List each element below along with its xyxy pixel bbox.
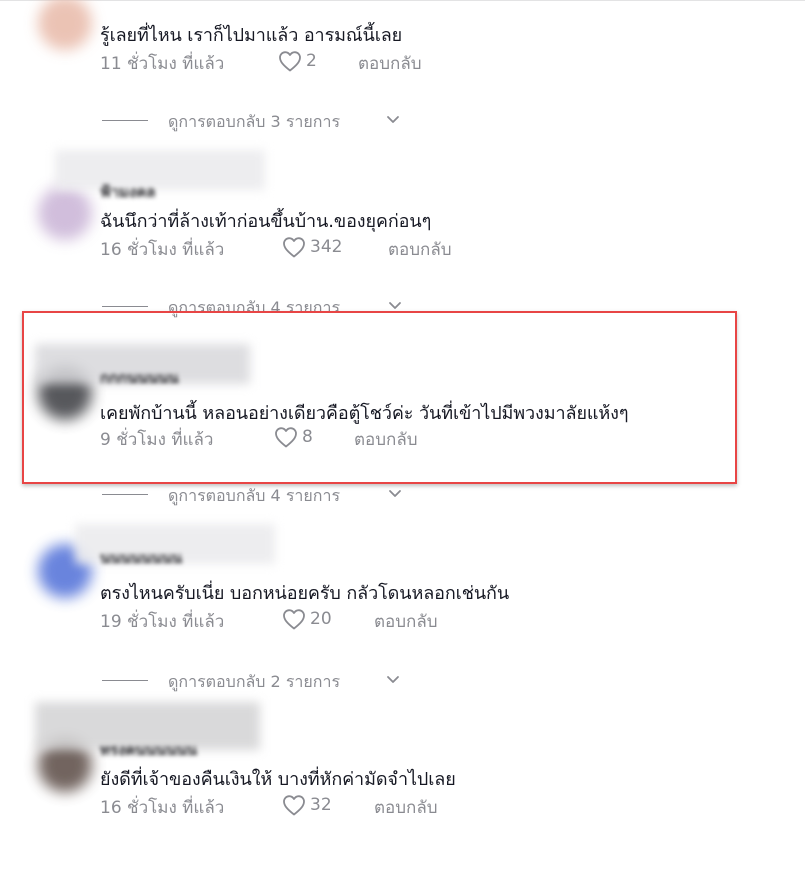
username-redaction	[55, 150, 265, 190]
comment-text: ยังดีที่เจ้าของคืนเงินให้ บางที่หักค่ามั…	[100, 769, 456, 790]
chevron-down-icon	[387, 116, 399, 123]
like-button[interactable]: 342	[282, 236, 342, 258]
replies-divider	[102, 494, 148, 495]
highlight-box	[22, 311, 737, 484]
avatar[interactable]	[38, 186, 92, 240]
like-button[interactable]: 20	[282, 608, 332, 630]
replies-divider	[102, 306, 148, 307]
view-replies-label: ดูการตอบกลับ 3 รายการ	[168, 112, 341, 131]
like-button[interactable]: 32	[282, 794, 332, 816]
comment-time: 19 ชั่วโมง ที่แล้ว	[100, 612, 225, 632]
like-count: 2	[306, 51, 317, 71]
chevron-down-icon	[387, 676, 399, 683]
comment-time: 11 ชั่วโมง ที่แล้ว	[100, 54, 225, 74]
replies-divider	[102, 120, 148, 121]
chevron-down-icon	[389, 490, 401, 497]
heart-icon	[283, 609, 305, 630]
reply-button[interactable]: ตอบกลับ	[374, 794, 438, 821]
reply-button[interactable]: ตอบกลับ	[358, 50, 422, 77]
comment-time: 16 ชั่วโมง ที่แล้ว	[100, 240, 225, 260]
comment-username[interactable]: นนนนนนนน	[100, 546, 182, 570]
comment-item: ฟ้ามงคล ฉันนึกว่าที่ล้างเท้าก่อนขึ้นบ้าน…	[0, 150, 805, 336]
view-replies-label: ดูการตอบกลับ 2 รายการ	[168, 672, 341, 691]
view-replies-label: ดูการตอบกลับ 4 รายการ	[168, 486, 341, 505]
chevron-down-icon	[389, 302, 401, 309]
like-button[interactable]: 2	[278, 50, 317, 72]
comment-text: ตรงไหนครับเนี่ย บอกหน่อยครับ กลัวโดนหลอก…	[100, 583, 510, 604]
comment-item: รู้เลยที่ไหน เราก็ไปมาแล้ว อารมณ์นี้เลย …	[0, 0, 805, 131]
comment-item: นนนนนนนน ตรงไหนครับเนี่ย บอกหน่อยครับ กล…	[0, 524, 805, 710]
comment-time: 16 ชั่วโมง ที่แล้ว	[100, 798, 225, 818]
like-count: 342	[310, 237, 343, 257]
reply-button[interactable]: ตอบกลับ	[374, 608, 438, 635]
like-count: 32	[310, 795, 332, 815]
heart-icon	[283, 795, 305, 816]
heart-icon	[279, 51, 301, 72]
comment-text: ฉันนึกว่าที่ล้างเท้าก่อนขึ้นบ้าน.ของยุคก…	[100, 211, 432, 232]
heart-icon	[283, 237, 305, 258]
avatar[interactable]	[38, 0, 92, 50]
comment-text: รู้เลยที่ไหน เราก็ไปมาแล้ว อารมณ์นี้เลย	[100, 25, 403, 46]
reply-button[interactable]: ตอบกลับ	[388, 236, 452, 263]
like-count: 20	[310, 609, 332, 629]
comment-username[interactable]: ทรงคนนนนนน	[100, 738, 197, 762]
comment-username[interactable]: ฟ้ามงคล	[100, 180, 155, 204]
replies-divider	[102, 680, 148, 681]
comment-item: ทรงคนนนนนน ยังดีที่เจ้าของคืนเงินให้ บาง…	[0, 702, 805, 888]
